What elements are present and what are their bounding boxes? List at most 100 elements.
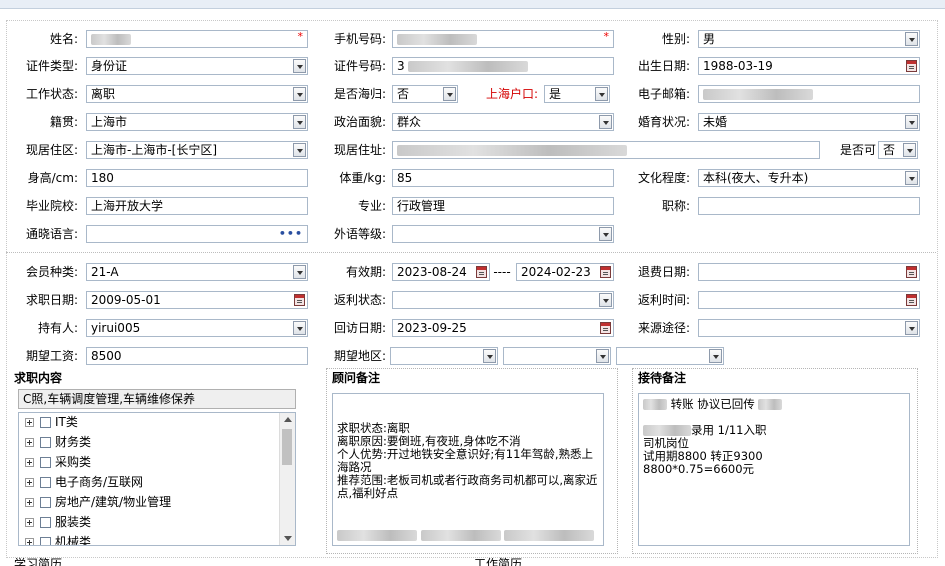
tree-item[interactable]: 机械类 [25,533,91,545]
chevron-down-icon[interactable] [293,143,306,157]
rebate-time-input[interactable] [698,291,920,309]
calendar-icon[interactable] [600,266,611,278]
holder-select[interactable]: yirui005 [86,319,308,337]
native-place-select[interactable]: 上海市 [86,113,308,131]
expand-icon[interactable] [25,418,34,427]
chevron-down-icon[interactable] [905,32,918,46]
expand-icon[interactable] [25,438,34,447]
tree-item[interactable]: IT类 [25,413,78,431]
residence-address-input[interactable] [392,141,820,159]
visit-date-input[interactable]: 2023-09-25 [392,319,614,337]
scroll-thumb[interactable] [282,429,292,465]
refund-date-input[interactable] [698,263,920,281]
phone-input[interactable]: * [392,30,614,48]
checkbox[interactable] [40,517,51,528]
chevron-down-icon[interactable] [709,349,722,363]
calendar-icon[interactable] [600,322,611,334]
checkbox[interactable] [40,457,51,468]
calendar-icon[interactable] [294,294,305,306]
height-label: 身高/cm: [27,171,78,185]
chevron-down-icon[interactable] [293,59,306,73]
major-input[interactable]: 行政管理 [392,197,614,215]
checkbox[interactable] [40,477,51,488]
chevron-down-icon[interactable] [905,171,918,185]
chevron-down-icon[interactable] [599,227,612,241]
chevron-down-icon[interactable] [443,87,456,101]
expand-icon[interactable] [25,478,34,487]
checkbox[interactable] [40,537,51,545]
title-input[interactable] [698,197,920,215]
checkbox[interactable] [40,417,51,428]
source-select[interactable] [698,319,920,337]
chevron-down-icon[interactable] [905,321,918,335]
job-seek-date-input[interactable]: 2009-05-01 [86,291,308,309]
tree-item[interactable]: 采购类 [25,453,91,471]
chevron-down-icon[interactable] [599,115,612,129]
email-input[interactable] [698,85,920,103]
expand-icon[interactable] [25,518,34,527]
expand-icon[interactable] [25,498,34,507]
chevron-down-icon[interactable] [293,321,306,335]
advisor-notes-textarea[interactable]: 求职状态:离职 离职原因:要倒班,有夜班,身体吃不消 个人优势:开过地铁安全意识… [332,393,604,546]
calendar-icon[interactable] [906,294,917,306]
tree-scrollbar[interactable] [279,413,295,545]
weight-input[interactable]: 85 [392,169,614,187]
checkbox[interactable] [40,437,51,448]
returnee-select[interactable]: 否 [392,85,458,103]
checkbox[interactable] [40,497,51,508]
political-value: 群众 [397,115,422,129]
marital-select[interactable]: 未婚 [698,113,920,131]
chevron-down-icon[interactable] [483,349,496,363]
height-value: 180 [91,171,114,185]
education-select[interactable]: 本科(夜大、专升本) [698,169,920,187]
job-content-selected[interactable]: C照,车辆调度管理,车辆维修保养 [18,389,296,409]
reception-notes-textarea[interactable]: 转账 协议已回传 录用 1/11入职 司机岗位 试用期8800 转正9300 8… [638,393,910,546]
calendar-icon[interactable] [906,60,917,72]
expected-region-province-select[interactable] [390,347,498,365]
job-category-tree[interactable]: IT类 财务类 采购类 电子商务/互联网 房地产/建筑/物业管理 服装类 机械类 [18,412,296,546]
chevron-down-icon[interactable] [596,349,609,363]
work-status-select[interactable]: 离职 [86,85,308,103]
tree-item-label: IT类 [55,415,78,429]
work-status-label: 工作状态: [25,87,78,101]
languages-input[interactable]: ••• [86,225,308,243]
political-select[interactable]: 群众 [392,113,614,131]
residence-area-select[interactable]: 上海市-上海市-[长宁区] [86,141,308,159]
school-input[interactable]: 上海开放大学 [86,197,308,215]
height-input[interactable]: 180 [86,169,308,187]
expand-icon[interactable] [25,538,34,545]
chevron-down-icon[interactable] [599,293,612,307]
chevron-down-icon[interactable] [903,143,916,157]
member-type-select[interactable]: 21-A [86,263,308,281]
id-type-select[interactable]: 身份证 [86,57,308,75]
available-select[interactable]: 否 [878,141,918,159]
valid-to-input[interactable]: 2024-02-23 [516,263,614,281]
ellipsis-icon[interactable]: ••• [279,226,303,242]
expected-region-city-select[interactable] [503,347,611,365]
tree-item[interactable]: 房地产/建筑/物业管理 [25,493,171,511]
shanghai-hukou-select[interactable]: 是 [544,85,610,103]
rebate-status-select[interactable] [392,291,614,309]
chevron-down-icon[interactable] [293,115,306,129]
tree-item[interactable]: 电子商务/互联网 [25,473,143,491]
name-input[interactable]: * [86,30,308,48]
expected-region-district-select[interactable] [616,347,724,365]
id-number-input[interactable]: 3 [392,57,614,75]
gender-select[interactable]: 男 [698,30,920,48]
advisor-notes-redacted-line [337,529,599,542]
expected-salary-input[interactable]: 8500 [86,347,308,365]
chevron-down-icon[interactable] [905,115,918,129]
chevron-down-icon[interactable] [293,265,306,279]
tree-item[interactable]: 服装类 [25,513,91,531]
tree-item[interactable]: 财务类 [25,433,91,451]
foreign-level-select[interactable] [392,225,614,243]
scroll-down-icon[interactable] [284,536,292,541]
calendar-icon[interactable] [476,266,487,278]
scroll-up-icon[interactable] [284,417,292,422]
chevron-down-icon[interactable] [293,87,306,101]
birth-date-input[interactable]: 1988-03-19 [698,57,920,75]
valid-from-input[interactable]: 2023-08-24 [392,263,490,281]
calendar-icon[interactable] [906,266,917,278]
expand-icon[interactable] [25,458,34,467]
chevron-down-icon[interactable] [595,87,608,101]
